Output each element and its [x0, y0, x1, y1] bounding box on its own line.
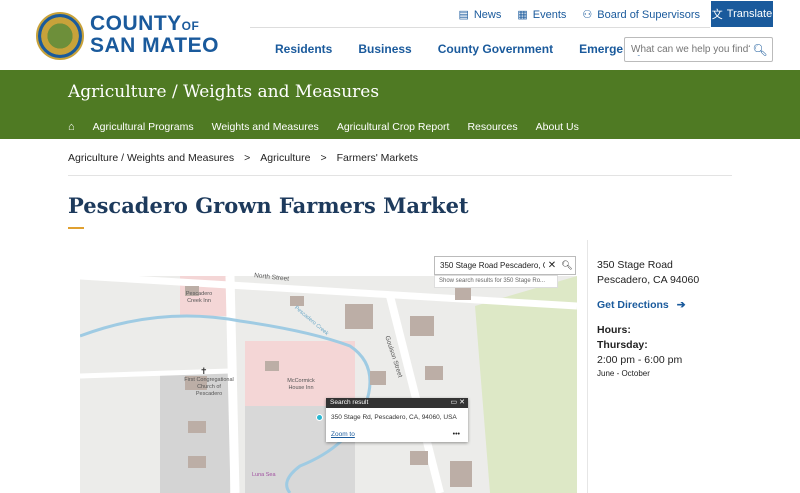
dept-nav-crop-report[interactable]: Agricultural Crop Report — [337, 121, 450, 133]
nav-county-government[interactable]: County Government — [438, 42, 553, 56]
hours-day: Thursday: — [597, 339, 648, 351]
county-seal-logo[interactable] — [36, 12, 84, 60]
nav-residents[interactable]: Residents — [275, 42, 332, 56]
address-line-2: Pescadero, CA 94060 — [597, 274, 700, 286]
hours-time: 2:00 pm - 6:00 pm — [597, 354, 683, 366]
church-icon: ✝ — [200, 366, 208, 376]
utility-events[interactable]: ▦ Events — [517, 8, 566, 22]
dock-icon[interactable]: ▭ — [451, 399, 458, 406]
location-pin-icon[interactable] — [316, 414, 323, 421]
brand-of: OF — [181, 19, 200, 33]
brand-county: COUNTY — [90, 12, 182, 35]
utility-board[interactable]: ⚇ Board of Supervisors — [582, 8, 700, 22]
newspaper-icon: ▤ — [458, 9, 469, 21]
header-divider — [250, 27, 710, 28]
map-view[interactable] — [80, 276, 577, 493]
department-nav: ⌂ Agricultural Programs Weights and Meas… — [68, 121, 579, 133]
get-directions-link[interactable]: Get Directions ➔ — [597, 298, 699, 313]
breadcrumb-divider — [68, 175, 732, 176]
brand-san-mateo: SAN MATEO — [90, 34, 219, 57]
breadcrumb-separator: > — [320, 152, 327, 164]
translate-icon: 文 — [711, 9, 723, 21]
map-search-icon[interactable]: 🔍︎ — [559, 260, 575, 271]
home-icon[interactable]: ⌂ — [68, 121, 75, 133]
dept-nav-about-us[interactable]: About Us — [536, 121, 579, 133]
dept-nav-agricultural-programs[interactable]: Agricultural Programs — [93, 121, 194, 133]
search-result-popup: Search result ▭ ✕ 350 Stage Rd, Pescadero… — [326, 398, 468, 442]
site-search: 🔍︎ — [624, 37, 773, 62]
map-search-box: 350 Stage Road Pescadero, CA, ✕ 🔍︎ — [434, 256, 576, 275]
people-icon: ⚇ — [582, 9, 593, 21]
breadcrumb: Agriculture / Weights and Measures > Agr… — [68, 152, 418, 164]
breadcrumb-item[interactable]: Agriculture / Weights and Measures — [68, 152, 234, 164]
site-header: COUNTYOF SAN MATEO ▤ News ▦ Events ⚇ Board … — [0, 0, 800, 70]
search-input[interactable] — [625, 44, 750, 55]
popup-close-icon[interactable]: ✕ — [459, 399, 465, 406]
title-accent — [68, 227, 84, 229]
map-label-luna-sea: Luna Sea — [252, 472, 276, 478]
hours-label: Hours: — [597, 324, 631, 336]
translate-button[interactable]: 文 Translate — [711, 1, 773, 27]
breadcrumb-item[interactable]: Agriculture — [260, 152, 310, 164]
more-options-icon[interactable]: ••• — [453, 431, 460, 438]
dept-nav-resources[interactable]: Resources — [467, 121, 517, 133]
breadcrumb-separator: > — [244, 152, 251, 164]
market-info: 350 Stage Road Pescadero, CA 94060 Get D… — [597, 258, 699, 379]
clear-icon[interactable]: ✕ — [545, 260, 559, 271]
info-divider — [587, 240, 588, 493]
utility-nav: ▤ News ▦ Events ⚇ Board of Supervisors — [458, 8, 700, 22]
map-label-creek-inn: Pescadero Creek Inn — [185, 291, 213, 304]
dept-nav-weights-measures[interactable]: Weights and Measures — [212, 121, 319, 133]
address-line-1: 350 Stage Road — [597, 259, 673, 271]
utility-news[interactable]: ▤ News — [458, 8, 501, 22]
popup-address: 350 Stage Rd, Pescadero, CA, 94060, USA — [331, 414, 457, 421]
map-label-mccormick: McCormick House Inn — [287, 378, 315, 391]
arrow-right-icon: ➔ — [676, 299, 686, 311]
map-search-suggestion[interactable]: Show search results for 350 Stage Ro... — [434, 275, 558, 288]
search-icon[interactable]: 🔍︎ — [750, 43, 770, 57]
county-brand[interactable]: COUNTYOF SAN MATEO — [90, 12, 219, 57]
popup-title: Search result — [330, 399, 369, 406]
calendar-icon: ▦ — [517, 9, 528, 21]
nav-business[interactable]: Business — [358, 42, 411, 56]
hours-season: June - October — [597, 369, 650, 378]
department-title[interactable]: Agriculture / Weights and Measures — [68, 82, 379, 102]
page-title: Pescadero Grown Farmers Market — [68, 193, 469, 218]
map-search-input[interactable]: 350 Stage Road Pescadero, CA, — [440, 261, 545, 270]
map-label-church: First Congregational Church of Pescadero — [184, 377, 234, 397]
department-band: Agriculture / Weights and Measures ⌂ Agr… — [0, 70, 800, 139]
map-canvas — [80, 276, 577, 493]
zoom-to-link[interactable]: Zoom to — [331, 431, 355, 438]
breadcrumb-current: Farmers' Markets — [336, 152, 418, 164]
